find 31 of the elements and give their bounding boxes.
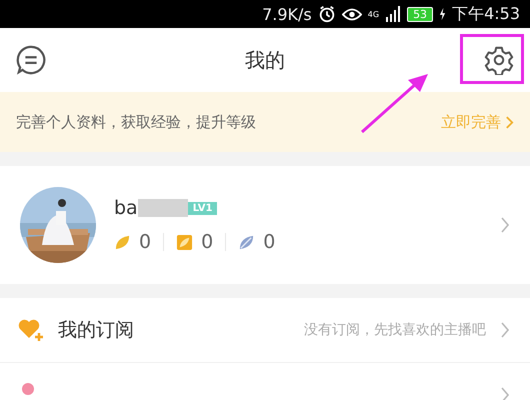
annotation-arrow	[360, 72, 430, 134]
stat-value: 0	[263, 231, 276, 253]
network-type: 4G	[368, 10, 380, 18]
page-title: 我的	[245, 46, 285, 74]
chevron-icon	[505, 114, 514, 130]
username: ba	[114, 197, 138, 219]
settings-icon[interactable]	[484, 45, 514, 75]
chevron-icon	[500, 321, 510, 339]
network-speed: 7.9K/s	[262, 4, 312, 24]
chevron-icon	[500, 386, 510, 400]
feather-icon	[238, 234, 256, 250]
level-badge: LV1	[188, 202, 218, 214]
menu-label: 我的订阅	[58, 318, 135, 343]
heart-plus-icon	[18, 318, 44, 342]
clock: 下午4:53	[452, 4, 520, 24]
banner-text: 完善个人资料，获取经验，提升等级	[16, 112, 256, 132]
dot-icon	[22, 383, 34, 395]
charging-icon	[439, 7, 446, 21]
battery-level: 53	[407, 6, 434, 22]
leaf-icon	[114, 234, 131, 250]
eye-icon	[342, 6, 362, 22]
stat-value: 0	[201, 231, 214, 253]
menu-item[interactable]: 我的订阅 没有订阅，先找喜欢的主播吧	[0, 298, 530, 363]
message-icon[interactable]	[16, 45, 46, 75]
menu-hint: 没有订阅，先找喜欢的主播吧	[304, 321, 486, 339]
signal-icon	[385, 6, 402, 22]
stat-value: 0	[139, 231, 152, 253]
ticket-icon	[176, 234, 194, 250]
alarm-icon	[318, 5, 336, 23]
highlight-box	[460, 34, 524, 84]
blurred-name	[138, 199, 188, 217]
